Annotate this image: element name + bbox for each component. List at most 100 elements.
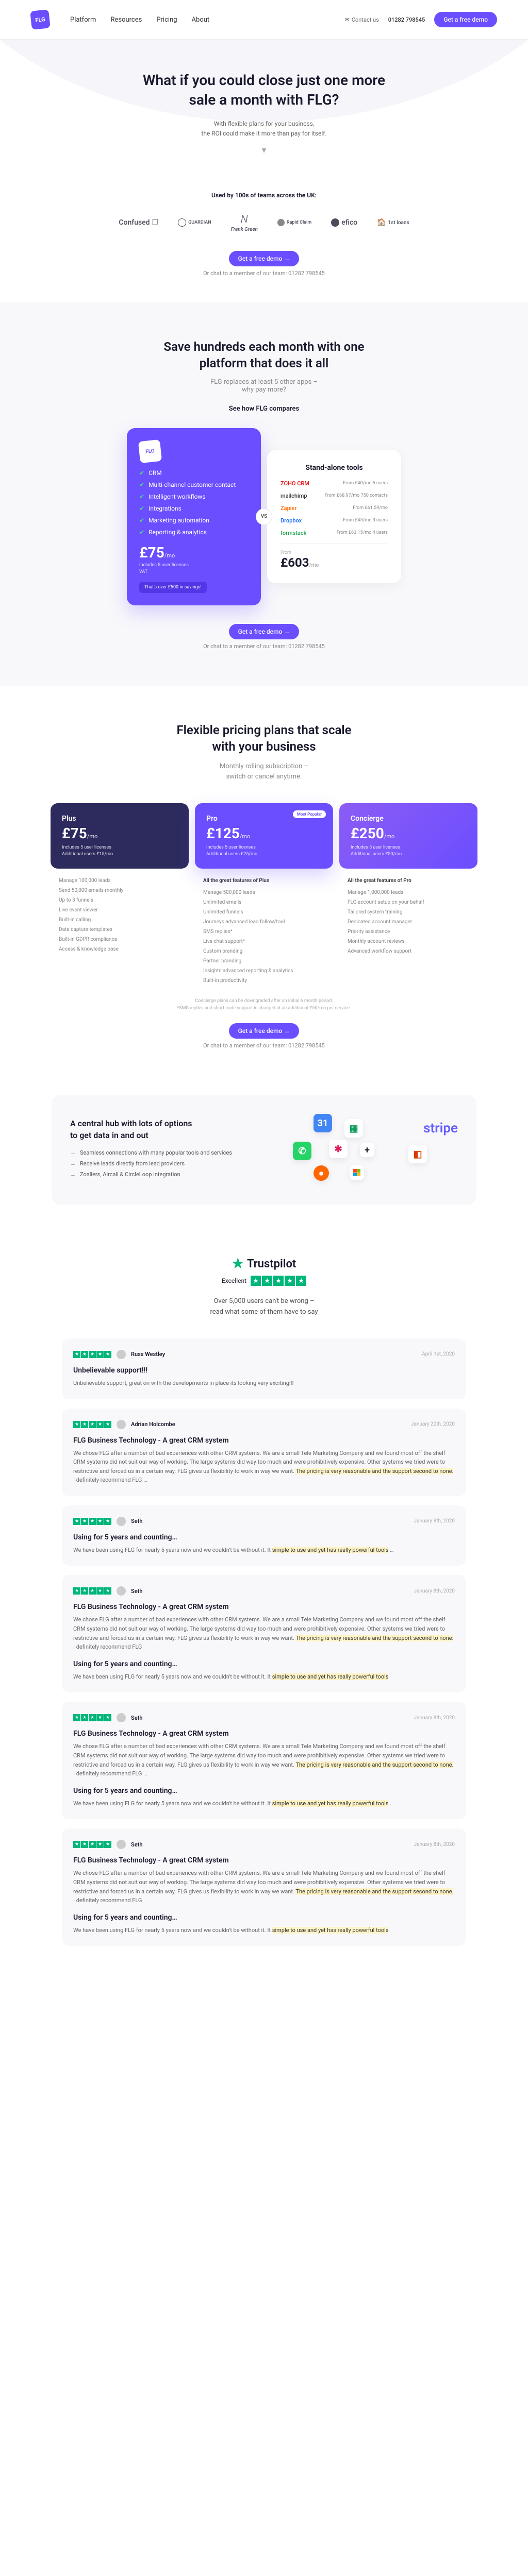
plus-icon: +	[360, 1143, 374, 1157]
standalone-card: Stand-alone tools ZOHO CRMFrom £40/mo 5 …	[267, 450, 401, 583]
review-date: January 8th, 2020	[414, 1588, 455, 1594]
client-logo-confused: Confused❐	[119, 218, 158, 227]
logos-demo-button[interactable]: Get a free demo →	[229, 251, 300, 266]
reviewer-name: Seth	[131, 1715, 142, 1721]
review-stars: ★★★★★	[73, 1587, 111, 1595]
star-icon: ★	[232, 1256, 244, 1272]
int-bullet: →Receive leads directly from lead provid…	[70, 1160, 262, 1167]
review-card: ★★★★★SethJanuary 8th, 2020Using for 5 ye…	[62, 1505, 466, 1566]
reviews-list: ★★★★★ Russ Westley April 1st, 2020 Unbeliev…	[62, 1338, 466, 1946]
arrow-right-icon: →	[70, 1160, 76, 1167]
review-card: ★★★★★SethJanuary 8th, 2020FLG Business T…	[62, 1575, 466, 1692]
review-stars: ★★★★★	[73, 1421, 111, 1428]
review-date: January 8th, 2020	[414, 1518, 455, 1524]
reviewer-name: Adrian Holcombe	[131, 1421, 175, 1428]
client-logo-frankgreen: NFrank Green	[231, 213, 258, 232]
client-logo-guardian: GUARDIAN	[178, 218, 211, 227]
logo[interactable]: FLG	[30, 9, 51, 30]
review-date: April 1st, 2020	[422, 1351, 455, 1357]
phone-link[interactable]: 01282 798545	[388, 16, 425, 23]
nav-about[interactable]: About	[192, 16, 210, 24]
plan-feature: Up to 3 funnels	[59, 897, 180, 903]
review-date: January 8th, 2020	[414, 1715, 455, 1721]
reviewer-avatar	[117, 1840, 126, 1849]
logos-cta-sub: Or chat to a member of our team: 01282 7…	[31, 270, 497, 277]
plan-feature: FLG account setup on your behalf	[348, 900, 469, 905]
plan-feature: Partner branding	[203, 958, 325, 964]
popular-badge: Most Popular	[293, 810, 326, 818]
plan-feature: Built-in GDPR compliance	[59, 937, 180, 942]
plan-pro: Most Popular Pro £125/mo Includes 5 user…	[192, 803, 336, 988]
pricing-cta-sub: Or chat to a member of our team: 01282 7…	[31, 1042, 497, 1049]
logos-section: Used by 100s of teams across the UK: Con…	[0, 176, 528, 302]
review-title: Using for 5 years and counting…	[73, 1913, 455, 1922]
compare-demo-button[interactable]: Get a free demo →	[229, 624, 300, 639]
plan-feature: Advanced workflow support	[348, 948, 469, 954]
review-card: ★★★★★ Russ Westley April 1st, 2020 Unbeliev…	[62, 1338, 466, 1399]
reviewer-avatar	[117, 1517, 126, 1526]
vs-badge: VS	[256, 509, 272, 525]
plan-feature: Insights advanced reporting & analytics	[203, 968, 325, 974]
reviewer-name: Russ Westley	[131, 1351, 165, 1358]
review-stars: ★★★★★	[73, 1714, 111, 1721]
review-body: We chose FLG after a number of bad exper…	[73, 1869, 455, 1905]
compare-sub: FLG replaces at least 5 other apps –why …	[31, 378, 497, 394]
review-stars: ★★★★★	[73, 1518, 111, 1525]
plan-concierge-feats: All the great features of Pro Manage 1,0…	[336, 878, 481, 954]
review-card: ★★★★★SethJanuary 8th, 2020FLG Business T…	[62, 1828, 466, 1946]
pricing-title: Flexible pricing plans that scale with y…	[166, 722, 362, 755]
review-body: Unbelievable support, great on with the …	[73, 1379, 455, 1388]
review-title: Using for 5 years and counting…	[73, 1787, 455, 1795]
review-stars: ★★★★★	[73, 1351, 111, 1358]
review-title: Unbelievable support!!!	[73, 1366, 455, 1375]
trustpilot-logo: ★ Trustpilot	[62, 1256, 466, 1272]
plan-feature: Manage 1,000,000 leads	[348, 890, 469, 895]
trustpilot-sub: Over 5,000 users can't be wrong –read wh…	[62, 1296, 466, 1318]
review-body: We have been using FLG for nearly 5 year…	[73, 1546, 455, 1555]
nav-resources[interactable]: Resources	[110, 16, 142, 24]
arrow-right-icon: →	[70, 1149, 76, 1156]
contact-link[interactable]: ✉Contact us	[345, 16, 379, 23]
flg-card-logo: FLG	[138, 439, 162, 463]
nav-pricing[interactable]: Pricing	[156, 16, 177, 24]
standalone-title: Stand-alone tools	[280, 464, 388, 472]
microsoft-icon	[350, 1165, 364, 1180]
plan-feature: Manage 100,000 leads	[59, 878, 180, 884]
pricing-section: Flexible pricing plans that scale with y…	[0, 686, 528, 1075]
review-card: ★★★★★SethJanuary 8th, 2020FLG Business T…	[62, 1702, 466, 1819]
check-icon: ✔	[139, 517, 144, 524]
chevron-down-icon: ▾	[31, 145, 497, 156]
plan-feature: Live event viewer	[59, 907, 180, 913]
nav-platform[interactable]: Platform	[70, 16, 96, 24]
reviewer-avatar	[117, 1586, 126, 1596]
header: FLG Platform Resources Pricing About ✉Co…	[0, 0, 528, 40]
header-demo-button[interactable]: Get a free demo	[434, 12, 497, 27]
client-logos-row: Confused❐ GUARDIAN NFrank Green Rapid Cl…	[31, 213, 497, 232]
slack-icon: ✱	[329, 1140, 348, 1158]
plan-feature: Access & knowledge base	[59, 946, 180, 952]
reviewer-avatar	[117, 1350, 126, 1359]
trustpilot-section: ★ Trustpilot Excellent ★ ★ ★ ★ ★ Over 5,…	[0, 1225, 528, 1986]
plan-feature: Built-in calling	[59, 917, 180, 923]
reviewer-avatar	[117, 1420, 126, 1429]
pricing-demo-button[interactable]: Get a free demo →	[229, 1023, 300, 1039]
whatsapp-icon: ✆	[293, 1142, 311, 1160]
star-icon: ★	[262, 1276, 272, 1286]
plan-feature: Monthly account reviews	[348, 939, 469, 944]
compare-title: Save hundreds each month with one platfo…	[156, 338, 372, 372]
plan-feature: Manage 500,000 leads	[203, 890, 325, 895]
review-title: FLG Business Technology - A great CRM sy…	[73, 1603, 455, 1611]
hubspot-icon: ●	[314, 1165, 329, 1181]
saving-badge: That's over £500 in savings!	[139, 582, 207, 593]
plan-feature: Tailored system training	[348, 909, 469, 915]
review-body: We have been using FLG for nearly 5 year…	[73, 1799, 455, 1808]
pricing-sub: Monthly rolling subscription –switch or …	[31, 761, 497, 783]
review-card: ★★★★★Adrian HolcombeJanuary 20th, 2020FL…	[62, 1409, 466, 1496]
pricing-footnote: Concierge plans can be downgraded after …	[31, 998, 497, 1012]
stripe-logo: stripe	[423, 1119, 458, 1138]
google-calendar-icon: 31	[314, 1114, 332, 1132]
client-logo-1stloans: 🏠1st loans	[377, 218, 409, 227]
flg-card: FLG ✔CRM ✔Multi-channel customer contact…	[127, 428, 261, 605]
review-body: We chose FLG after a number of bad exper…	[73, 1449, 455, 1485]
review-date: January 20th, 2020	[411, 1421, 455, 1427]
